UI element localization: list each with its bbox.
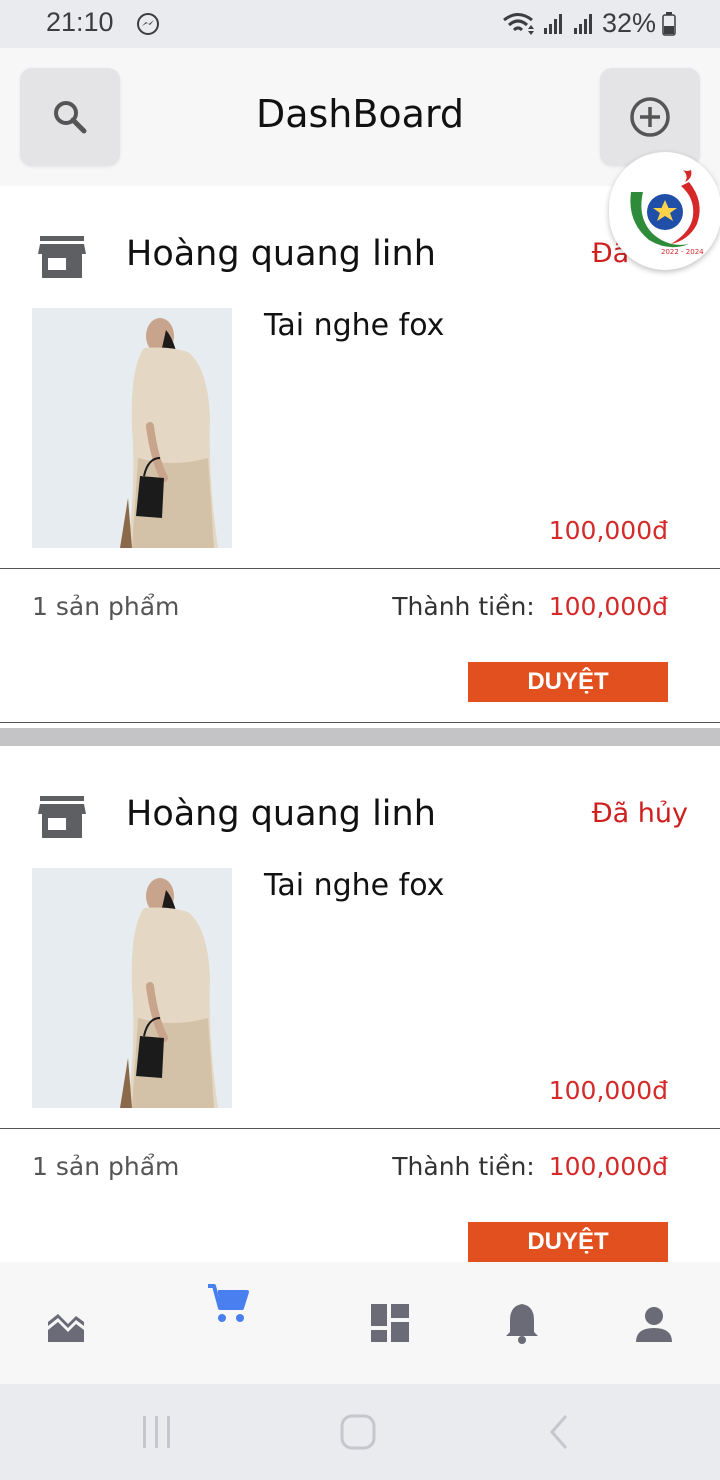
product-image[interactable]: [32, 308, 232, 548]
total-row: Thành tiền: 100,000đ: [392, 1152, 668, 1181]
app-header: DashBoard: [0, 48, 720, 186]
total-label: Thành tiền:: [392, 1152, 535, 1181]
chart-icon: [48, 1314, 84, 1342]
back-icon[interactable]: [540, 1412, 580, 1452]
order-card[interactable]: Hoàng quang linh Đã hủy Tai nghe fox 100…: [0, 186, 720, 723]
product-name: Tai nghe fox: [264, 308, 445, 343]
floating-logo-badge[interactable]: 2022 - 2024: [609, 152, 720, 270]
approve-button[interactable]: DUYỆT: [468, 662, 668, 702]
item-count: 1 sản phẩm: [32, 592, 180, 621]
divider: [0, 1128, 720, 1129]
nav-item-profile[interactable]: [624, 1262, 684, 1384]
product-photo: [32, 308, 232, 548]
divider: [0, 722, 720, 723]
approve-button[interactable]: DUYỆT: [468, 1222, 668, 1262]
add-circle-icon: [630, 97, 670, 137]
store-icon: [38, 236, 86, 278]
total-row: Thành tiền: 100,000đ: [392, 592, 668, 621]
signal-icon-2: [573, 13, 592, 34]
wifi-icon: [503, 12, 534, 35]
battery-percent: 32%: [601, 8, 656, 38]
system-nav-bar: [0, 1384, 720, 1480]
recent-apps-icon[interactable]: [137, 1412, 177, 1452]
shop-name: Hoàng quang linh: [126, 794, 436, 834]
product-image[interactable]: [32, 868, 232, 1108]
nav-item-cart[interactable]: [198, 1262, 258, 1384]
youth-union-logo: 2022 - 2024: [630, 170, 704, 256]
product-photo: [32, 868, 232, 1108]
logo-years: 2022 - 2024: [661, 248, 704, 256]
shop-name: Hoàng quang linh: [126, 234, 436, 274]
battery-icon: [662, 11, 676, 36]
product-name: Tai nghe fox: [264, 868, 445, 903]
total-label: Thành tiền:: [392, 592, 535, 621]
total-value: 100,000đ: [548, 1152, 668, 1181]
add-button[interactable]: [600, 68, 700, 166]
item-count: 1 sản phẩm: [32, 1152, 180, 1181]
section-separator: [0, 728, 720, 746]
nav-item-chart[interactable]: [36, 1262, 96, 1384]
bell-icon: [506, 1304, 538, 1344]
status-indicators: 32%: [502, 8, 676, 39]
dashboard-icon: [371, 1304, 409, 1342]
order-card[interactable]: Hoàng quang linh Đã hủy Tai nghe fox 100…: [0, 746, 720, 1262]
home-icon[interactable]: [338, 1412, 378, 1452]
store-icon: [38, 796, 86, 838]
bottom-nav: [0, 1262, 720, 1384]
person-icon: [636, 1307, 672, 1342]
cart-icon: [208, 1284, 249, 1322]
nav-item-dashboard[interactable]: [360, 1262, 420, 1384]
order-status: Đã hủy: [591, 798, 688, 829]
total-value: 100,000đ: [548, 592, 668, 621]
signal-icon: [543, 13, 562, 34]
product-price: 100,000đ: [548, 516, 668, 545]
product-price: 100,000đ: [548, 1076, 668, 1105]
messenger-icon: [137, 13, 159, 35]
status-time: 21:10: [46, 7, 114, 37]
nav-item-notifications[interactable]: [492, 1262, 552, 1384]
divider: [0, 568, 720, 569]
status-bar: 21:10 32%: [0, 0, 720, 48]
